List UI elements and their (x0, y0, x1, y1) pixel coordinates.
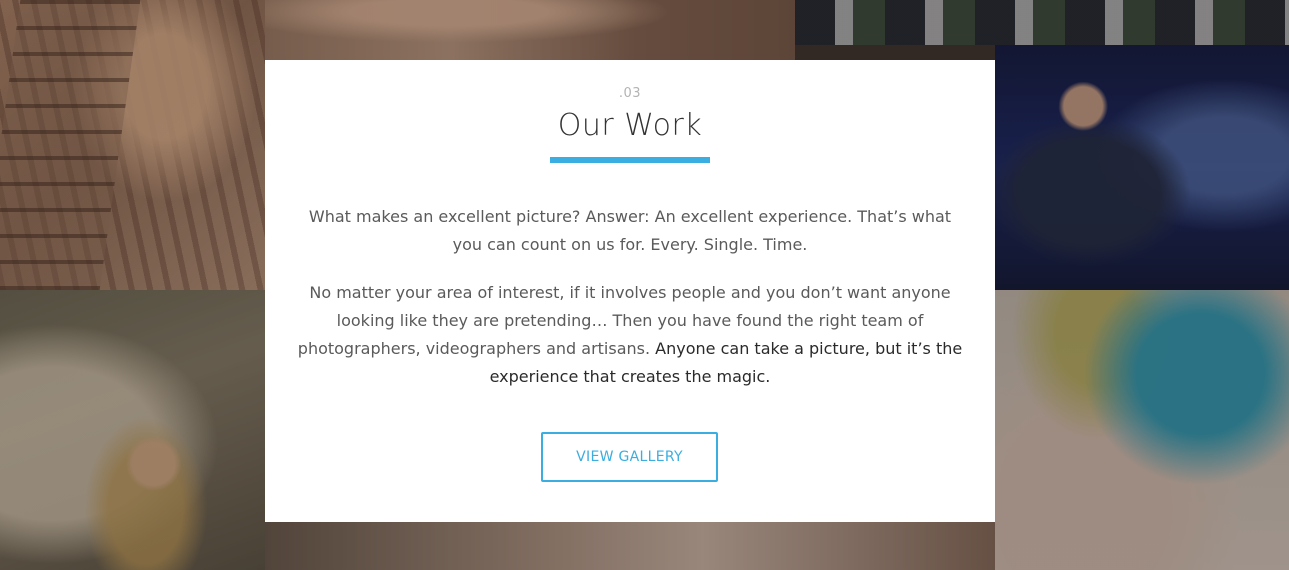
our-work-section: .03 Our Work What makes an excellent pic… (0, 0, 1289, 570)
section-title: Our Work (557, 108, 703, 143)
description-paragraph: No matter your area of interest, if it i… (295, 279, 965, 391)
view-gallery-button[interactable]: VIEW GALLERY (541, 432, 718, 482)
section-number: .03 (618, 86, 642, 101)
content-card: .03 Our Work What makes an excellent pic… (265, 60, 995, 522)
title-underline (550, 157, 710, 163)
intro-paragraph: What makes an excellent picture? Answer:… (308, 207, 952, 254)
